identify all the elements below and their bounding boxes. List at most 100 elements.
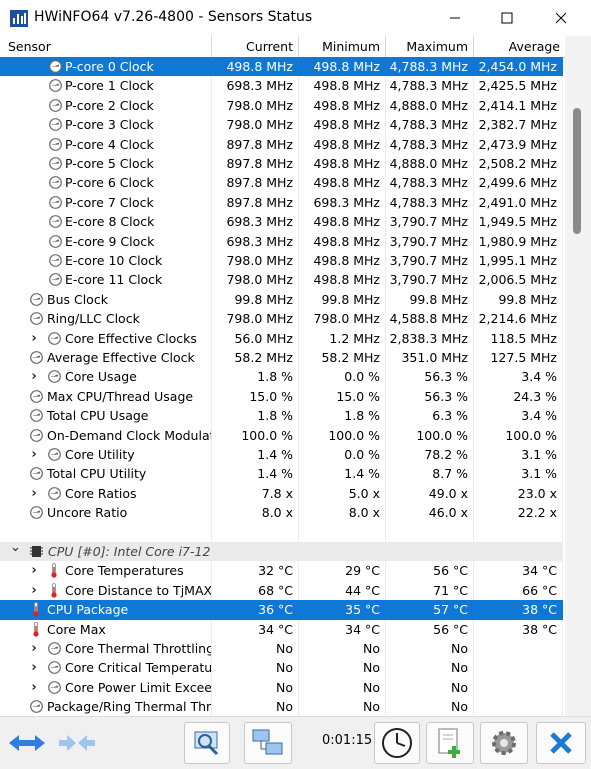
table-row[interactable]: Total CPU Usage 1.8 % 1.8 % 6.3 % 3.4 % bbox=[0, 406, 563, 426]
sensor-name-cell: CPU Package bbox=[0, 600, 212, 620]
scrollbar-thumb[interactable] bbox=[573, 108, 581, 234]
column-header-minimum[interactable]: Minimum bbox=[299, 36, 386, 57]
expand-chevron-icon[interactable]: › bbox=[29, 561, 39, 580]
maximum-value: No bbox=[386, 677, 474, 698]
sensor-label: E-core 8 Clock bbox=[65, 214, 155, 230]
gauge-icon bbox=[30, 506, 43, 520]
minimum-value: No bbox=[299, 677, 386, 698]
table-row[interactable]: E-core 8 Clock 698.3 MHz 498.8 MHz 3,790.7 … bbox=[0, 212, 563, 232]
sensor-label: Uncore Ratio bbox=[47, 505, 128, 521]
table-row[interactable]: P-core 1 Clock 698.3 MHz 498.8 MHz 4,788.3 … bbox=[0, 76, 563, 96]
table-row[interactable]: › Core Thermal Throttling No No No bbox=[0, 639, 563, 659]
sensor-name-cell: › Core Usage bbox=[0, 367, 212, 387]
table-row[interactable]: › Core Ratios 7.8 x 5.0 x 49.0 x 23.0 x bbox=[0, 483, 563, 504]
table-row[interactable]: P-core 7 Clock 897.8 MHz 698.3 MHz 4,788.3 … bbox=[0, 192, 563, 213]
expand-chevron-icon[interactable]: › bbox=[29, 639, 39, 658]
table-row[interactable]: On-Demand Clock Modulat... 100.0 % 100.0 %… bbox=[0, 425, 563, 445]
sensor-label: P-core 4 Clock bbox=[65, 136, 154, 152]
column-header-current[interactable]: Current bbox=[212, 36, 299, 57]
double-arrow-icon bbox=[9, 735, 45, 751]
gauge-icon bbox=[30, 351, 43, 364]
network-button[interactable] bbox=[244, 722, 292, 764]
table-row[interactable]: Uncore Ratio 8.0 x 8.0 x 46.0 x 22.2 x bbox=[0, 503, 563, 523]
table-row[interactable]: E-core 11 Clock 798.0 MHz 498.8 MHz 3,790.7… bbox=[0, 270, 563, 290]
average-value: 38 °C bbox=[474, 600, 563, 620]
table-row[interactable]: › Core Utility 1.4 % 0.0 % 78.2 % 3.1 % bbox=[0, 445, 563, 465]
expand-chevron-icon[interactable]: › bbox=[29, 484, 39, 503]
current-value: No bbox=[212, 677, 299, 698]
current-value: 798.0 MHz bbox=[212, 251, 299, 271]
maximize-button[interactable] bbox=[484, 0, 530, 36]
sensor-name-cell: › Core Temperatures bbox=[0, 561, 212, 581]
expand-chevron-icon[interactable]: › bbox=[29, 329, 39, 348]
current-value: 698.3 MHz bbox=[212, 212, 299, 232]
table-row[interactable]: P-core 5 Clock 897.8 MHz 498.8 MHz 4,888.0 … bbox=[0, 154, 563, 174]
table-row[interactable]: › Core Power Limit Excee... No No No bbox=[0, 677, 563, 698]
table-row[interactable]: P-core 0 Clock 498.8 MHz 498.8 MHz 4,788.3 … bbox=[0, 57, 563, 77]
current-value: 698.3 MHz bbox=[212, 231, 299, 251]
average-value: 2,454.0 MHz bbox=[474, 57, 563, 77]
sensor-label: E-core 11 Clock bbox=[65, 272, 163, 288]
table-row[interactable]: E-core 9 Clock 698.3 MHz 498.8 MHz 3,790.7 … bbox=[0, 231, 563, 251]
exit-button[interactable] bbox=[536, 722, 586, 764]
table-row[interactable]: › Core Effective Clocks 56.0 MHz 1.2 MHz 2,8… bbox=[0, 328, 563, 348]
sensor-group-row[interactable]: ⌄ CPU [#0]: Intel Core i7-12... bbox=[0, 542, 563, 562]
settings-button[interactable] bbox=[480, 722, 528, 764]
maximum-value: 4,788.3 MHz bbox=[386, 134, 474, 154]
report-button[interactable] bbox=[426, 722, 474, 764]
collapse-chevron-icon[interactable]: ⌄ bbox=[10, 542, 21, 557]
sensor-name-cell: › Core Effective Clocks bbox=[0, 328, 212, 348]
table-row[interactable]: › Core Usage 1.8 % 0.0 % 56.3 % 3.4 % bbox=[0, 367, 563, 387]
table-row[interactable]: Package/Ring Thermal Thr... No No No bbox=[0, 697, 563, 716]
expand-chevron-icon[interactable]: › bbox=[29, 445, 39, 464]
minimize-button[interactable] bbox=[432, 0, 478, 36]
collapse-arrows-button[interactable] bbox=[54, 722, 100, 764]
table-row[interactable]: Bus Clock 99.8 MHz 99.8 MHz 99.8 MHz 99.8 MH… bbox=[0, 289, 563, 310]
expand-chevron-icon[interactable]: › bbox=[29, 367, 39, 386]
table-row[interactable]: Ring/LLC Clock 798.0 MHz 798.0 MHz 4,588.8 … bbox=[0, 309, 563, 329]
expand-chevron-icon[interactable]: › bbox=[29, 581, 39, 600]
table-row[interactable]: Core Max 34 °C 34 °C 56 °C 38 °C bbox=[0, 619, 563, 639]
sensor-label: Total CPU Usage bbox=[47, 408, 149, 424]
table-row[interactable]: › Core Distance to TjMAX 68 °C 44 °C 71 °C 66… bbox=[0, 580, 563, 601]
table-row[interactable]: CPU Package 36 °C 35 °C 57 °C 38 °C bbox=[0, 600, 563, 620]
minimum-value: 99.8 MHz bbox=[299, 289, 386, 310]
minimum-value: No bbox=[299, 697, 386, 716]
table-row[interactable]: › Core Temperatures 32 °C 29 °C 56 °C 34 °C bbox=[0, 561, 563, 581]
navigate-left-right-button[interactable] bbox=[4, 722, 50, 764]
sensor-monitor-button[interactable] bbox=[184, 722, 230, 764]
table-row[interactable]: Average Effective Clock 58.2 MHz 58.2 MHz 3… bbox=[0, 348, 563, 368]
sensor-name-cell: Total CPU Utility bbox=[0, 464, 212, 484]
column-header-average[interactable]: Average bbox=[474, 36, 565, 57]
table-row[interactable]: P-core 6 Clock 897.8 MHz 498.8 MHz 4,788.3 … bbox=[0, 173, 563, 193]
table-row[interactable]: P-core 2 Clock 798.0 MHz 498.8 MHz 4,888.0 … bbox=[0, 95, 563, 116]
minimum-value: 498.8 MHz bbox=[299, 95, 386, 116]
gauge-icon bbox=[30, 292, 43, 306]
table-row bbox=[0, 522, 563, 542]
gauge-icon bbox=[49, 118, 62, 132]
maximum-value: 56 °C bbox=[386, 561, 474, 581]
expand-chevron-icon[interactable]: › bbox=[29, 678, 39, 697]
minimum-value: No bbox=[299, 639, 386, 659]
table-row[interactable]: Total CPU Utility 1.4 % 1.4 % 8.7 % 3.1 % bbox=[0, 464, 563, 484]
close-window-button[interactable] bbox=[538, 0, 584, 36]
expand-chevron-icon[interactable]: › bbox=[29, 658, 39, 677]
current-value: 8.0 x bbox=[212, 503, 299, 523]
table-row[interactable]: P-core 4 Clock 897.8 MHz 498.8 MHz 4,788.3 … bbox=[0, 134, 563, 154]
clock-reset-button[interactable] bbox=[374, 722, 420, 764]
gear-icon bbox=[492, 731, 516, 755]
minimum-value: 29 °C bbox=[299, 561, 386, 581]
maximum-value: No bbox=[386, 639, 474, 659]
sensor-name-cell: › Core Utility bbox=[0, 445, 212, 465]
table-row[interactable]: P-core 3 Clock 798.0 MHz 498.8 MHz 4,788.3 … bbox=[0, 115, 563, 135]
table-row[interactable]: › Core Critical Temperature No No No bbox=[0, 658, 563, 678]
table-row[interactable]: E-core 10 Clock 798.0 MHz 498.8 MHz 3,790.7… bbox=[0, 251, 563, 271]
maximum-value: 78.2 % bbox=[386, 445, 474, 465]
column-header-sensor[interactable]: Sensor bbox=[0, 36, 212, 57]
vertical-scrollbar[interactable] bbox=[565, 36, 591, 716]
maximum-value: No bbox=[386, 697, 474, 716]
average-value: 2,006.5 MHz bbox=[474, 270, 563, 290]
minimize-icon bbox=[450, 17, 460, 19]
table-row[interactable]: Max CPU/Thread Usage 15.0 % 15.0 % 56.3 % 24… bbox=[0, 386, 563, 407]
column-header-maximum[interactable]: Maximum bbox=[386, 36, 474, 57]
